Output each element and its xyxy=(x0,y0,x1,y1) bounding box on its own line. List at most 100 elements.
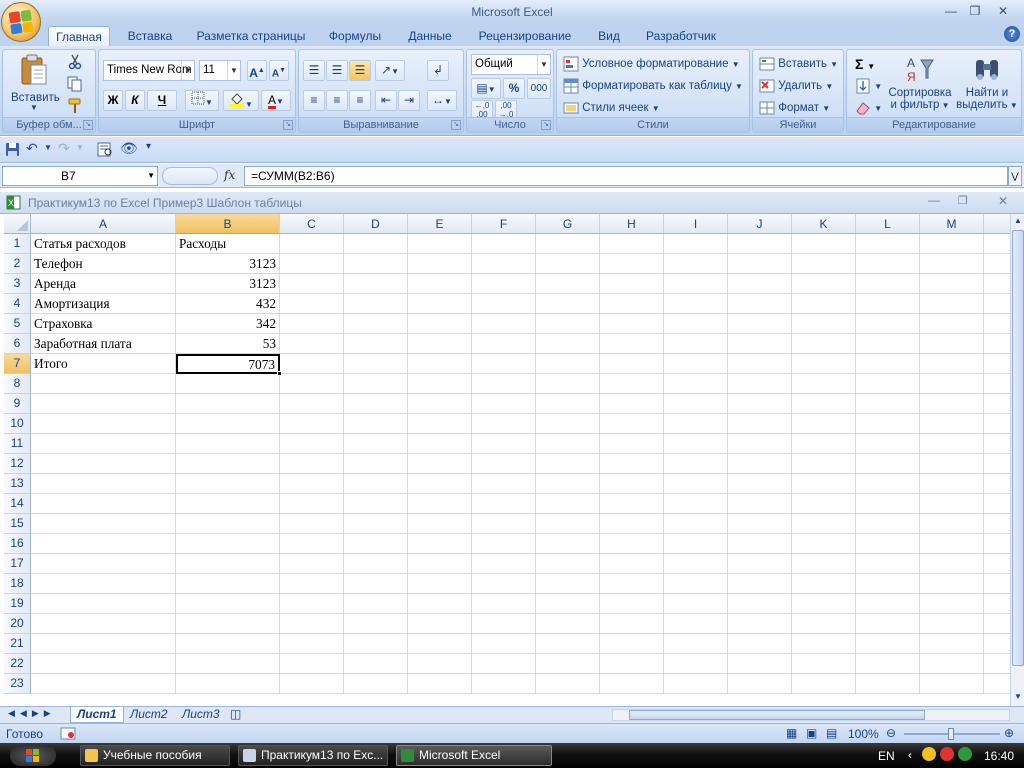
cell[interactable] xyxy=(600,474,664,494)
wrap-text-icon[interactable]: ↲ xyxy=(427,60,449,81)
row-header[interactable]: 1 xyxy=(4,234,31,254)
cell[interactable] xyxy=(792,454,856,474)
cell[interactable] xyxy=(856,434,920,454)
row-header[interactable]: 9 xyxy=(4,394,31,414)
help-icon[interactable]: ? xyxy=(1004,26,1020,42)
borders-button[interactable]: ▼ xyxy=(185,90,219,111)
zoom-out-icon[interactable]: ⊖ xyxy=(886,726,896,740)
row-header[interactable]: 21 xyxy=(4,634,31,654)
cell[interactable] xyxy=(728,254,792,274)
number-format-select[interactable]: Общий ▼ xyxy=(471,54,551,75)
cell[interactable] xyxy=(600,454,664,474)
cell[interactable] xyxy=(856,334,920,354)
cell[interactable] xyxy=(792,374,856,394)
row-header[interactable]: 22 xyxy=(4,654,31,674)
cell[interactable] xyxy=(664,474,728,494)
column-header-k[interactable]: K xyxy=(792,214,856,234)
cell[interactable] xyxy=(856,414,920,434)
cell[interactable] xyxy=(408,274,472,294)
cell[interactable] xyxy=(600,434,664,454)
cell[interactable] xyxy=(856,354,920,374)
cell[interactable] xyxy=(856,474,920,494)
formula-input[interactable]: =СУММ(B2:B6) xyxy=(244,166,1008,186)
zoom-level[interactable]: 100% xyxy=(848,727,879,741)
cell[interactable] xyxy=(664,554,728,574)
shrink-font-button[interactable]: A▼ xyxy=(269,60,289,81)
cell[interactable] xyxy=(408,554,472,574)
cell[interactable] xyxy=(31,614,176,634)
cell[interactable] xyxy=(728,674,792,694)
cell[interactable] xyxy=(984,294,1010,314)
row-header[interactable]: 14 xyxy=(4,494,31,514)
row-header[interactable]: 5 xyxy=(4,314,31,334)
paste-button[interactable]: Вставить ▼ xyxy=(11,54,60,116)
cell-a[interactable]: Статья расходов xyxy=(31,234,176,254)
thousands-button[interactable]: 000 xyxy=(527,78,551,99)
autosum-button[interactable]: Σ ▼ xyxy=(855,56,875,72)
cell[interactable] xyxy=(600,294,664,314)
cell[interactable] xyxy=(984,594,1010,614)
cell[interactable] xyxy=(920,534,984,554)
cell[interactable] xyxy=(280,534,344,554)
cell[interactable] xyxy=(408,334,472,354)
cell[interactable] xyxy=(984,354,1010,374)
cell[interactable] xyxy=(792,434,856,454)
column-header-f[interactable]: F xyxy=(472,214,536,234)
font-launcher-icon[interactable]: ↘ xyxy=(283,120,293,130)
cell[interactable] xyxy=(344,234,408,254)
align-left-icon[interactable]: ≡ xyxy=(303,90,325,111)
cell[interactable] xyxy=(536,534,600,554)
cell[interactable] xyxy=(728,554,792,574)
cell[interactable] xyxy=(408,674,472,694)
cell[interactable] xyxy=(472,674,536,694)
cell[interactable] xyxy=(792,494,856,514)
column-header-e[interactable]: E xyxy=(408,214,472,234)
cell[interactable] xyxy=(344,614,408,634)
cell[interactable] xyxy=(344,394,408,414)
cell[interactable] xyxy=(344,374,408,394)
cell[interactable] xyxy=(920,394,984,414)
cell[interactable] xyxy=(728,454,792,474)
cell[interactable] xyxy=(536,334,600,354)
cell[interactable] xyxy=(856,674,920,694)
cell[interactable] xyxy=(31,514,176,534)
cell[interactable] xyxy=(31,554,176,574)
cell[interactable] xyxy=(176,654,280,674)
row-header[interactable]: 15 xyxy=(4,514,31,534)
cell[interactable] xyxy=(728,574,792,594)
cell[interactable] xyxy=(472,474,536,494)
cell[interactable] xyxy=(984,634,1010,654)
column-header-g[interactable]: G xyxy=(536,214,600,234)
cell[interactable] xyxy=(536,254,600,274)
cell[interactable] xyxy=(31,434,176,454)
cell[interactable] xyxy=(536,574,600,594)
row-header[interactable]: 7 xyxy=(4,354,31,374)
cell[interactable] xyxy=(728,494,792,514)
cell[interactable] xyxy=(408,354,472,374)
cell[interactable] xyxy=(984,314,1010,334)
cell[interactable] xyxy=(728,234,792,254)
cell[interactable] xyxy=(176,634,280,654)
cell[interactable] xyxy=(472,314,536,334)
delete-cells-button[interactable]: Удалить ▼ xyxy=(759,78,833,94)
cell[interactable] xyxy=(600,374,664,394)
row-header[interactable]: 12 xyxy=(4,454,31,474)
cell[interactable] xyxy=(536,434,600,454)
cell[interactable] xyxy=(536,394,600,414)
cell[interactable] xyxy=(664,594,728,614)
number-launcher-icon[interactable]: ↘ xyxy=(541,120,551,130)
tab-developer[interactable]: Разработчик xyxy=(640,26,722,46)
cell[interactable] xyxy=(536,234,600,254)
expand-formula-bar-icon[interactable]: ⋁ xyxy=(1008,166,1022,186)
cell[interactable] xyxy=(176,594,280,614)
cell[interactable] xyxy=(536,274,600,294)
cell-a[interactable]: Заработная плата xyxy=(31,334,176,354)
cell[interactable] xyxy=(920,474,984,494)
cell[interactable] xyxy=(792,414,856,434)
cell[interactable] xyxy=(984,614,1010,634)
orientation-icon[interactable]: ↗▼ xyxy=(375,60,405,81)
cell[interactable] xyxy=(176,534,280,554)
cell[interactable] xyxy=(792,594,856,614)
cell[interactable] xyxy=(920,674,984,694)
page-break-view-icon[interactable]: ▤ xyxy=(826,726,837,740)
